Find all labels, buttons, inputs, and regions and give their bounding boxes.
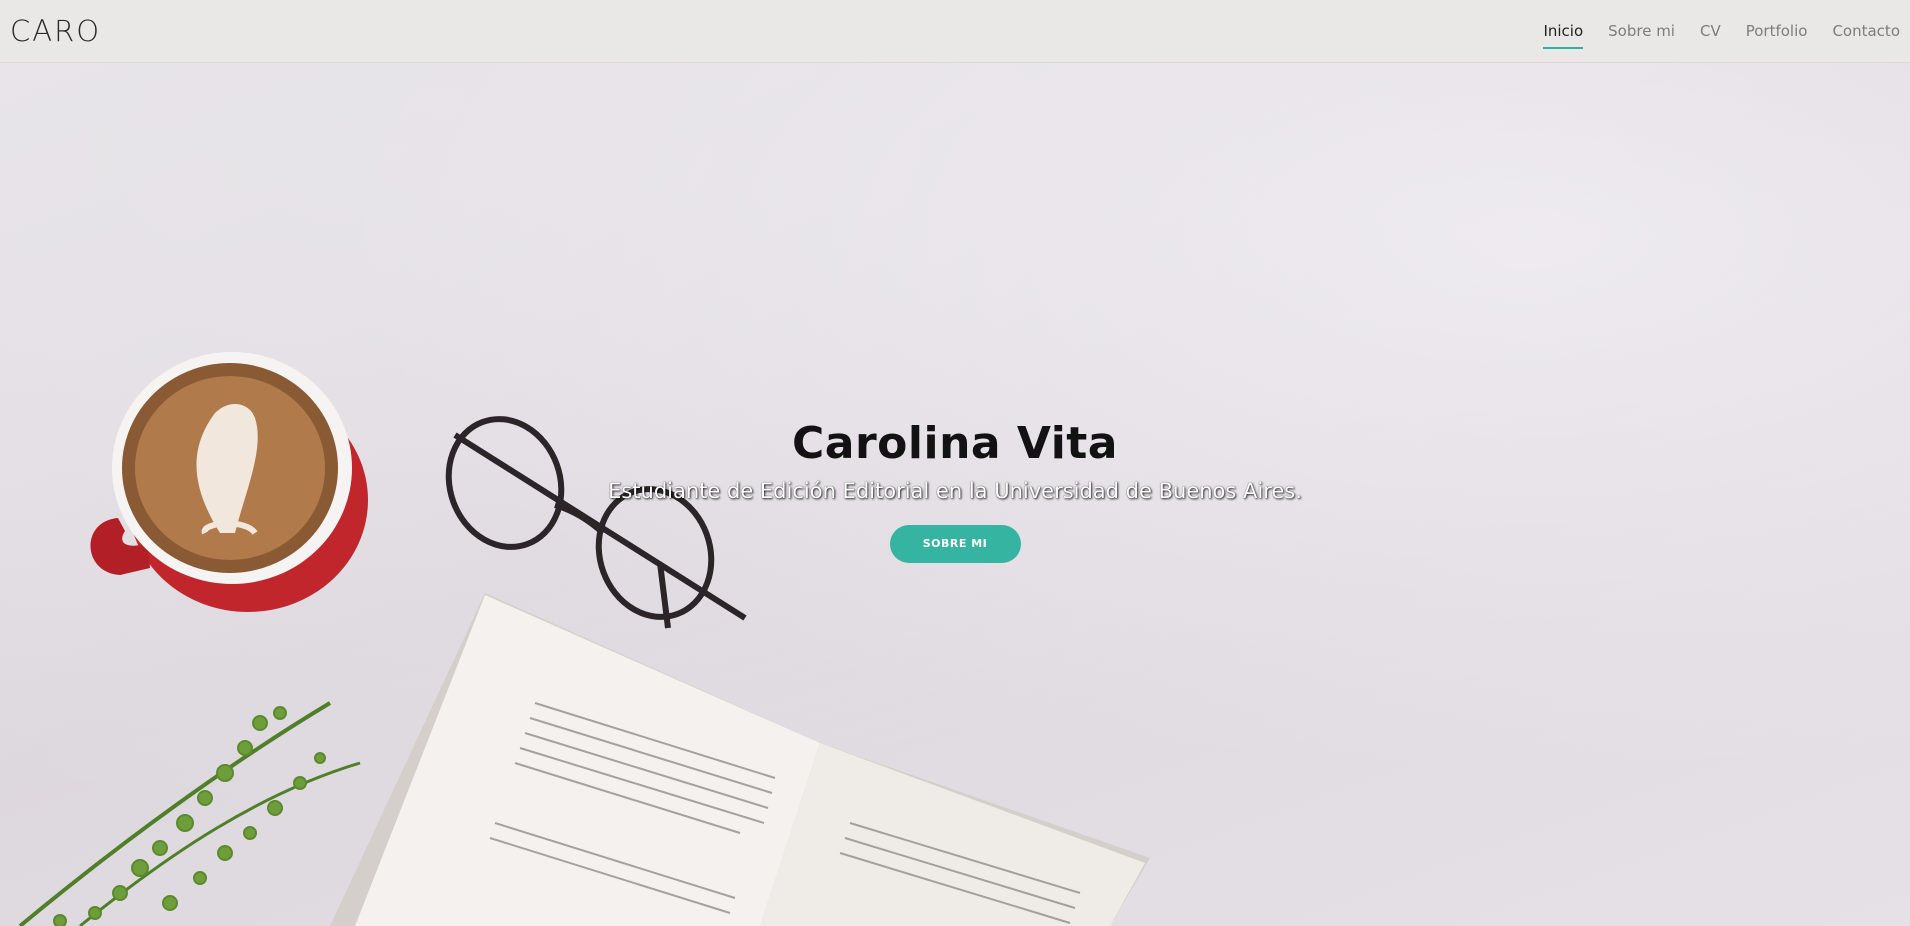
nav-item-inicio[interactable]: Inicio bbox=[1543, 22, 1583, 49]
nav-item-sobre-mi[interactable]: Sobre mi bbox=[1608, 22, 1675, 40]
hero-section: Carolina Vita Estudiante de Edición Edit… bbox=[0, 63, 1910, 926]
nav-item-portfolio[interactable]: Portfolio bbox=[1746, 22, 1808, 40]
hero-content: Carolina Vita Estudiante de Edición Edit… bbox=[0, 418, 1910, 563]
plant-icon bbox=[18, 701, 361, 926]
hero-subtitle: Estudiante de Edición Editorial en la Un… bbox=[608, 479, 1302, 503]
nav-item-cv[interactable]: CV bbox=[1700, 22, 1721, 40]
hero-title: Carolina Vita bbox=[792, 418, 1118, 469]
open-book-icon bbox=[330, 593, 1150, 926]
nav-item-contacto[interactable]: Contacto bbox=[1832, 22, 1900, 40]
site-logo[interactable]: CARO bbox=[10, 16, 101, 46]
sobre-mi-button[interactable]: SOBRE MI bbox=[889, 525, 1021, 563]
top-navbar: CARO Inicio Sobre mi CV Portfolio Contac… bbox=[0, 0, 1910, 63]
main-nav: Inicio Sobre mi CV Portfolio Contacto bbox=[1518, 0, 1900, 63]
